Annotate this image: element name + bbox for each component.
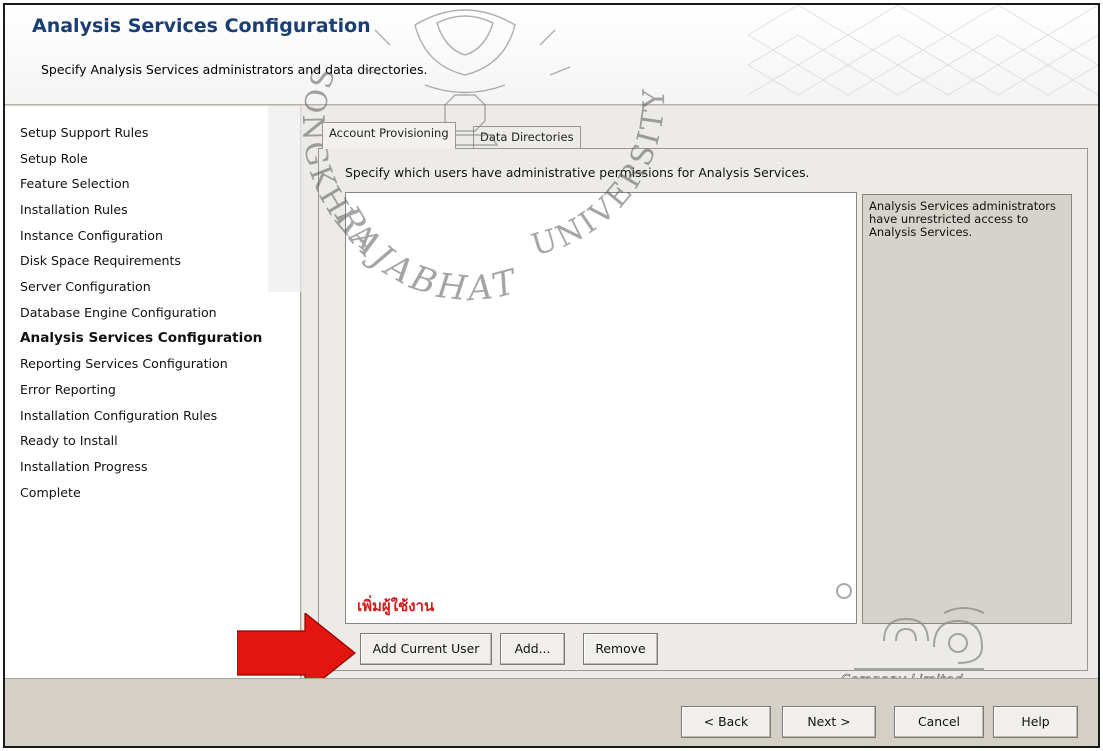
page-title: Analysis Services Configuration bbox=[32, 15, 371, 37]
nav-item-database-engine-configuration[interactable]: Database Engine Configuration bbox=[20, 300, 262, 326]
nav-item-setup-support-rules[interactable]: Setup Support Rules bbox=[20, 120, 262, 146]
thai-annotation-label: เพิ่มผู้ใช้งาน bbox=[357, 597, 435, 615]
info-description-box: Analysis Services administrators have un… bbox=[862, 194, 1072, 624]
add-user-button[interactable]: Add... bbox=[500, 633, 565, 665]
nav-item-disk-space-requirements[interactable]: Disk Space Requirements bbox=[20, 248, 262, 274]
administrators-list[interactable] bbox=[345, 192, 857, 624]
page-subtitle: Specify Analysis Services administrators… bbox=[41, 62, 428, 77]
wizard-step-list: Setup Support Rules Setup Role Feature S… bbox=[20, 120, 262, 505]
setup-wizard-window: Analysis Services Configuration Specify … bbox=[3, 3, 1100, 748]
nav-item-complete[interactable]: Complete bbox=[20, 480, 262, 506]
next-button[interactable]: Next > bbox=[782, 706, 876, 738]
nav-item-installation-rules[interactable]: Installation Rules bbox=[20, 197, 262, 223]
nav-item-installation-progress[interactable]: Installation Progress bbox=[20, 454, 262, 480]
header-decoration-graphic bbox=[747, 5, 1098, 96]
wizard-header: Analysis Services Configuration Specify … bbox=[5, 5, 1098, 105]
remove-user-button[interactable]: Remove bbox=[583, 633, 658, 665]
add-current-user-button[interactable]: Add Current User bbox=[360, 633, 492, 665]
help-button[interactable]: Help bbox=[993, 706, 1078, 738]
nav-item-ready-to-install[interactable]: Ready to Install bbox=[20, 428, 262, 454]
nav-item-feature-selection[interactable]: Feature Selection bbox=[20, 171, 262, 197]
tab-data-directories[interactable]: Data Directories bbox=[473, 126, 581, 148]
nav-item-installation-configuration-rules[interactable]: Installation Configuration Rules bbox=[20, 403, 262, 429]
nav-item-instance-configuration[interactable]: Instance Configuration bbox=[20, 223, 262, 249]
nav-item-setup-role[interactable]: Setup Role bbox=[20, 146, 262, 172]
back-button[interactable]: < Back bbox=[681, 706, 771, 738]
wizard-footer: < Back Next > Cancel Help bbox=[5, 678, 1098, 746]
tab-account-provisioning[interactable]: Account Provisioning bbox=[322, 122, 456, 149]
nav-item-reporting-services-configuration[interactable]: Reporting Services Configuration bbox=[20, 351, 262, 377]
nav-item-analysis-services-configuration[interactable]: Analysis Services Configuration bbox=[20, 326, 262, 352]
company-logo-watermark bbox=[836, 583, 985, 670]
nav-item-error-reporting[interactable]: Error Reporting bbox=[20, 377, 262, 403]
panel-caption: Specify which users have administrative … bbox=[345, 165, 810, 180]
cancel-button[interactable]: Cancel bbox=[894, 706, 984, 738]
nav-item-server-configuration[interactable]: Server Configuration bbox=[20, 274, 262, 300]
